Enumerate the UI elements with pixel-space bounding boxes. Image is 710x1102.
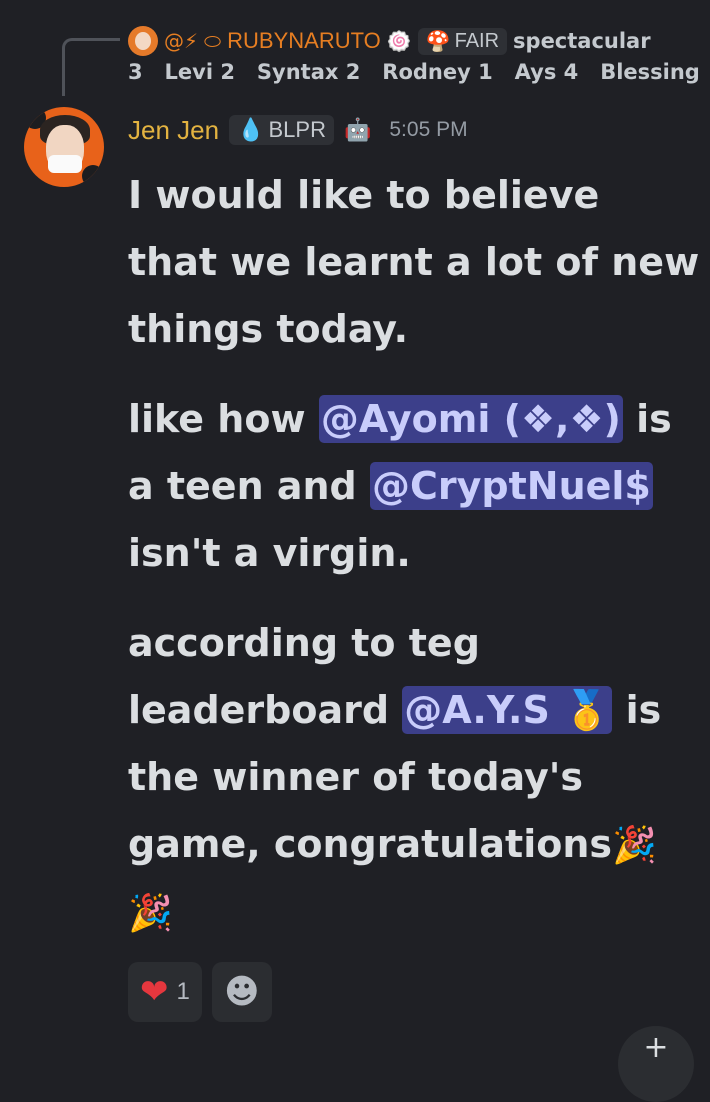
- reply-suffix-emoji: 🍥: [386, 29, 412, 53]
- reaction-count: 1: [176, 978, 190, 1005]
- message-timestamp: 5:05 PM: [389, 118, 468, 141]
- add-reaction-button[interactable]: ☻: [211, 962, 272, 1022]
- mushroom-icon: 🍄: [425, 30, 451, 53]
- message-paragraph-3: according to teg leaderboard @A.Y.S 🥇 is…: [128, 610, 700, 947]
- message-header: Jen Jen 💧 BLPR 🤖 5:05 PM: [128, 110, 468, 150]
- message-username[interactable]: Jen Jen: [128, 115, 219, 146]
- mention-ayomi[interactable]: @Ayomi (❖,❖): [318, 395, 623, 443]
- reply-disc-icon: ⬭: [204, 29, 222, 53]
- avatar-mask: [48, 155, 82, 173]
- message-paragraph-1: I would like to believe that we learnt a…: [128, 173, 700, 351]
- reaction-heart[interactable]: ❤ 1: [128, 962, 202, 1022]
- reply-connector-line: [62, 38, 120, 96]
- reply-prefix-emoji: @⚡: [164, 29, 199, 53]
- floating-action-button[interactable]: +: [618, 1026, 694, 1102]
- message-text: like how: [128, 397, 319, 441]
- message-text: isn't a virgin.: [128, 531, 411, 575]
- plus-icon: +: [643, 1030, 669, 1065]
- message-paragraph-2: like how @Ayomi (❖,❖) is a teen and @Cry…: [128, 386, 700, 587]
- reply-preview[interactable]: @⚡ ⬭ RUBYNARUTO 🍥 🍄 FAIR spectacular: [128, 26, 703, 56]
- message-body: I would like to believe that we learnt a…: [128, 162, 700, 363]
- reply-snippet-line2: 3 Levi 2 Syntax 2 Rodney 1 Ays 4 Blessin…: [128, 60, 703, 84]
- reactions-bar: ❤ 1 ☻: [128, 962, 272, 1022]
- water-drop-icon: 💧: [237, 117, 265, 142]
- avatar[interactable]: [24, 107, 104, 187]
- smiley-icon: ☻: [224, 972, 260, 1012]
- message-role-label: BLPR: [268, 117, 326, 142]
- message-role-tag: 💧 BLPR: [229, 115, 334, 145]
- avatar-decoration: [82, 165, 104, 187]
- reply-snippet: spectacular: [513, 29, 651, 53]
- robot-icon: 🤖: [343, 117, 372, 143]
- mention-ays[interactable]: @A.Y.S 🥇: [402, 686, 613, 734]
- reply-username[interactable]: RUBYNARUTO: [227, 28, 381, 54]
- reply-role-label: FAIR: [454, 29, 500, 52]
- heart-icon: ❤: [140, 972, 169, 1012]
- reply-role-tag: 🍄 FAIR: [417, 27, 508, 55]
- reply-avatar: [128, 26, 158, 56]
- mention-cryptnuel[interactable]: @CryptNuel$: [370, 462, 653, 510]
